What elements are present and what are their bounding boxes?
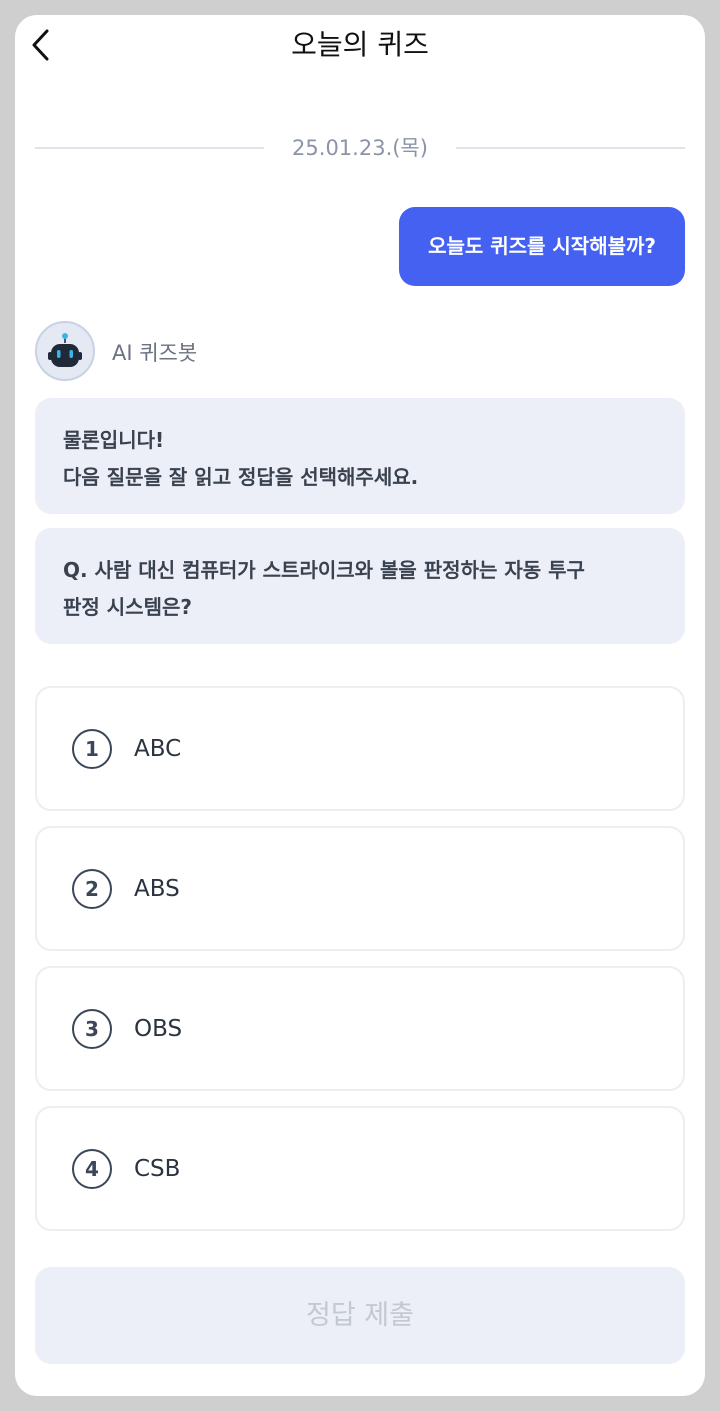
option-label: CSB (134, 1156, 181, 1182)
question-line: 판정 시스템은? (63, 595, 192, 619)
question-bubble: Q. 사람 대신 컴퓨터가 스트라이크와 볼을 판정하는 자동 투구 판정 시스… (35, 528, 685, 644)
divider-line-left (35, 147, 264, 149)
option-number-badge: 1 (72, 729, 112, 769)
chat-date: 25.01.23.(목) (292, 136, 428, 160)
answer-option-3[interactable]: 3 OBS (35, 966, 685, 1091)
date-divider: 25.01.23.(목) (35, 130, 685, 166)
answer-option-1[interactable]: 1 ABC (35, 686, 685, 811)
page-title: 오늘의 퀴즈 (291, 28, 429, 61)
header: 오늘의 퀴즈 (15, 15, 705, 75)
user-message-bubble: 오늘도 퀴즈를 시작해볼까? (399, 207, 685, 286)
answer-option-4[interactable]: 4 CSB (35, 1106, 685, 1231)
robot-icon (48, 333, 82, 367)
option-number-badge: 2 (72, 869, 112, 909)
bot-message-line: 다음 질문을 잘 읽고 정답을 선택해주세요. (63, 465, 419, 489)
option-label: ABS (134, 876, 180, 902)
answer-option-2[interactable]: 2 ABS (35, 826, 685, 951)
bot-message-line: 물론입니다! (63, 428, 165, 452)
option-number-badge: 3 (72, 1009, 112, 1049)
submit-answer-button[interactable]: 정답 제출 (35, 1267, 685, 1364)
bot-name: AI 퀴즈봇 (112, 341, 198, 365)
bot-avatar (35, 321, 95, 381)
divider-line-right (456, 147, 685, 149)
quiz-screen: 오늘의 퀴즈 25.01.23.(목) 오늘도 퀴즈를 시작해볼까? AI 퀴즈… (15, 15, 705, 1396)
question-line: Q. 사람 대신 컴퓨터가 스트라이크와 볼을 판정하는 자동 투구 (63, 558, 585, 582)
option-label: ABC (134, 736, 182, 762)
option-label: OBS (134, 1016, 183, 1042)
bot-message-bubble: 물론입니다! 다음 질문을 잘 읽고 정답을 선택해주세요. (35, 398, 685, 514)
option-number-badge: 4 (72, 1149, 112, 1189)
